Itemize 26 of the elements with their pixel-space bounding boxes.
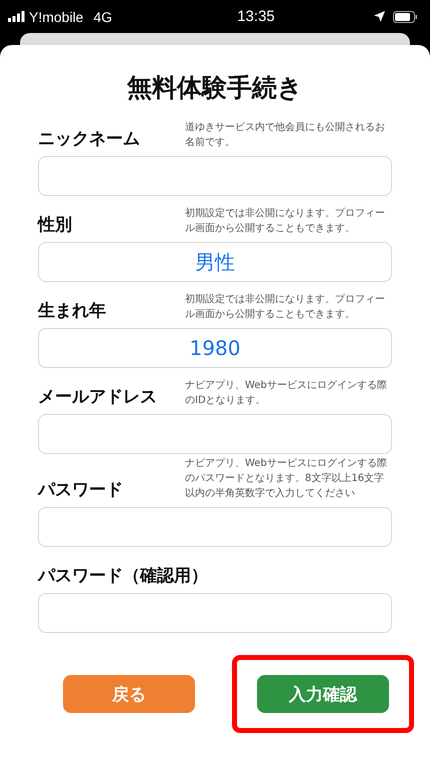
field-label: パスワード（確認用） [38, 565, 209, 587]
field-label: 生まれ年 [38, 300, 107, 322]
field-label: パスワード [38, 479, 124, 501]
input-field[interactable] [38, 507, 392, 547]
network-type: 4G [93, 8, 112, 24]
input-field[interactable]: 男性 [38, 242, 392, 282]
field-hint: 初期設定では非公開になります。プロフィール画面から公開することもできます。 [185, 292, 386, 322]
battery-icon [393, 10, 418, 22]
back-button[interactable]: 戻る [63, 675, 195, 713]
signal-icon [8, 11, 25, 22]
clock-time: 13:35 [236, 8, 276, 25]
field-hint: ナビアプリ、Webサービスにログインする際のパスワードとなります。8文字以上16文字以内の半角英数字で入力してください [185, 456, 388, 501]
field-hint: ナビアプリ、Webサービスにログインする際のIDとなります。 [185, 378, 388, 408]
carrier-name: Y!mobile [29, 8, 84, 24]
field-hint: 道ゆきサービス内で他会員にも公開されるお名前です。 [185, 120, 386, 150]
input-field[interactable]: 1980 [38, 328, 392, 368]
input-field[interactable] [38, 414, 392, 454]
field-hint: 初期設定では非公開になります。プロフィール画面から公開することもできます。 [185, 206, 386, 236]
field-label: 性別 [38, 214, 73, 236]
page-title: 無料体験手続き [126, 72, 304, 104]
input-field[interactable] [38, 593, 392, 633]
field-label: ニックネーム [38, 128, 141, 150]
field-label: メールアドレス [38, 386, 158, 408]
input-field[interactable] [38, 156, 392, 196]
confirm-button[interactable]: 入力確認 [257, 675, 389, 713]
location-arrow-icon [374, 11, 385, 22]
